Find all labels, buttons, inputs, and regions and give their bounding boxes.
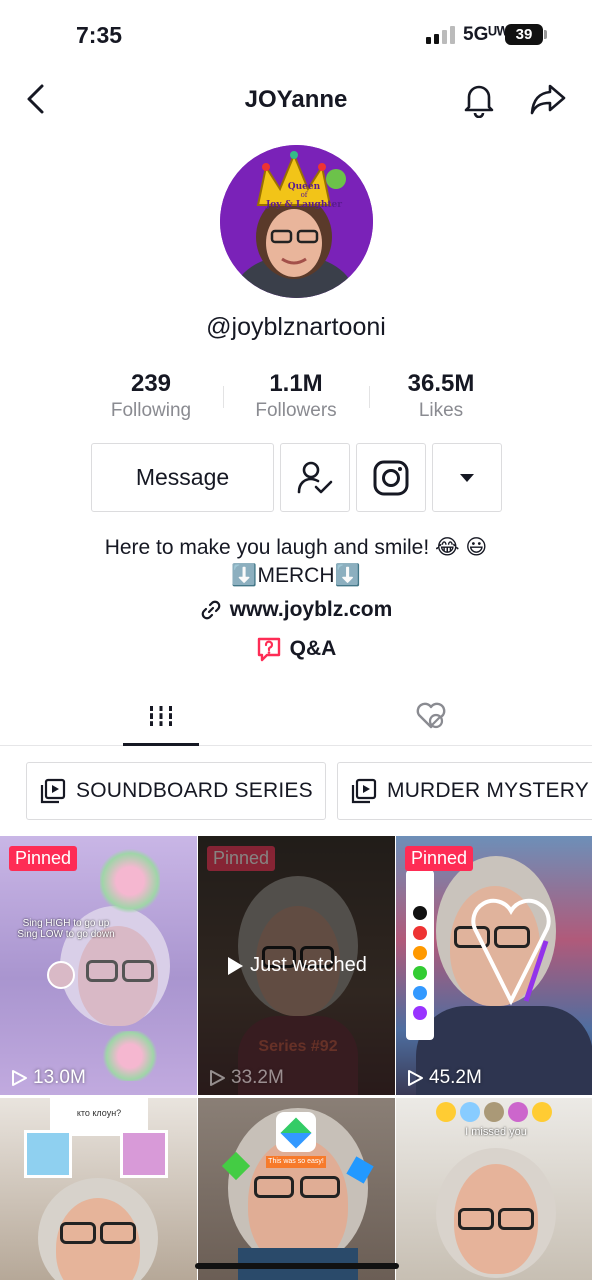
question-bubble-icon — [257, 637, 280, 662]
view-count-value: 33.2M — [231, 1067, 284, 1088]
more-options-button[interactable] — [432, 443, 502, 512]
battery-icon: 39 — [505, 24, 543, 45]
home-indicator — [195, 1263, 399, 1269]
status-bar: 7:35 5Gᵁᵂ 39 — [0, 0, 592, 68]
liked-hidden-icon — [416, 702, 446, 729]
bell-icon[interactable] — [460, 80, 498, 118]
status-time: 7:35 — [76, 22, 123, 48]
message-label: Message — [135, 464, 230, 490]
playlist-label: SOUNDBOARD SERIES — [76, 779, 313, 802]
caret-down-icon — [460, 473, 474, 482]
video-thumbnail[interactable]: кто клоун? — [0, 1098, 197, 1280]
playlist-icon — [351, 778, 377, 804]
play-outline-icon — [408, 1070, 423, 1086]
profile-avatar[interactable]: Queen of Joy & Laughter — [220, 145, 373, 298]
friend-status-button[interactable] — [280, 443, 350, 512]
share-arrow-icon[interactable] — [528, 80, 568, 118]
emoji-row — [436, 1102, 556, 1126]
instagram-button[interactable] — [356, 443, 426, 512]
video-grid: Sing HIGH to go up Sing LOW to go down P… — [0, 836, 592, 1280]
video-caption: I missed you — [465, 1126, 527, 1138]
pinned-badge: Pinned — [9, 846, 78, 871]
view-count: 13.0M — [10, 1067, 86, 1089]
tab-videos[interactable] — [100, 686, 222, 746]
link-icon — [201, 600, 221, 620]
just-watched-text: Just watched — [250, 954, 367, 976]
view-count: 45.2M — [406, 1067, 482, 1089]
video-caption: Sing HIGH to go up Sing LOW to go down — [17, 918, 115, 940]
active-tab-indicator — [123, 743, 199, 746]
profile-actions: Message — [0, 443, 592, 513]
qa-link[interactable]: Q&A — [0, 636, 592, 662]
stat-label: Followers — [255, 400, 337, 421]
video-thumbnail[interactable]: Sing HIGH to go up Sing LOW to go down P… — [0, 836, 197, 1095]
crown-text-3: Joy & Laughter — [265, 200, 342, 210]
profile-handle: @joyblznartooni — [206, 313, 386, 341]
playlist-row: SOUNDBOARD SERIES MURDER MYSTERY — [0, 762, 592, 822]
playlist-icon — [40, 778, 66, 804]
stat-value: 1.1M — [269, 370, 323, 397]
view-count: 33.2M — [208, 1067, 284, 1089]
stat-value: 239 — [130, 370, 172, 397]
playlist-murder-mystery[interactable]: MURDER MYSTERY — [337, 762, 592, 820]
view-count-value: 13.0M — [33, 1067, 86, 1088]
stat-followers[interactable]: 1.1M Followers — [221, 370, 371, 422]
view-count-value: 45.2M — [429, 1067, 482, 1088]
videos-grid-icon — [148, 706, 174, 726]
person-check-icon — [297, 461, 333, 493]
video-thumbnail[interactable]: I missed you — [396, 1098, 592, 1280]
video-thumbnail[interactable]: Series #92 Pinned Just watched 33.2M — [198, 836, 395, 1095]
just-watched-label: Just watched — [198, 954, 395, 977]
bio-link-text: www.joyblz.com — [229, 598, 393, 621]
playlist-soundboard-series[interactable]: SOUNDBOARD SERIES — [26, 762, 326, 820]
video-thumbnail[interactable]: This was so easy! — [198, 1098, 395, 1280]
video-caption: This was so easy! — [266, 1156, 326, 1168]
bio-line-2: ⬇️MERCH⬇️ — [231, 564, 361, 587]
bio-line-1: Here to make you laugh and smile! 😂 😃 — [104, 536, 488, 559]
profile-header: JOYanne — [0, 68, 592, 130]
signal-icon — [426, 26, 455, 44]
video-caption: кто клоун? — [76, 1108, 122, 1118]
message-button[interactable]: Message — [91, 443, 274, 512]
instagram-icon — [373, 460, 409, 495]
pinned-badge: Pinned — [207, 846, 276, 871]
play-icon — [228, 956, 244, 975]
network-label: 5Gᵁᵂ — [463, 24, 509, 45]
qa-label: Q&A — [289, 637, 337, 660]
page-title: JOYanne — [244, 86, 348, 113]
play-outline-icon — [210, 1070, 225, 1086]
profile-tabs — [0, 686, 592, 746]
profile-stats: 239 Following 1.1M Followers 36.5M Likes — [0, 370, 592, 430]
stat-label: Likes — [418, 400, 464, 421]
play-outline-icon — [12, 1070, 27, 1086]
playlist-label: MURDER MYSTERY — [387, 779, 589, 802]
stat-following[interactable]: 239 Following — [76, 370, 226, 422]
pinned-badge: Pinned — [405, 846, 474, 871]
battery-level: 39 — [515, 26, 533, 43]
video-overlay-text: Series #92 — [258, 1038, 338, 1055]
tab-liked[interactable] — [370, 686, 492, 746]
stat-label: Following — [110, 400, 192, 421]
profile-bio: Here to make you laugh and smile! 😂 😃 ⬇️… — [0, 534, 592, 590]
video-thumbnail[interactable]: Pinned 45.2M — [396, 836, 592, 1095]
stat-likes[interactable]: 36.5M Likes — [366, 370, 516, 422]
bio-link[interactable]: www.joyblz.com — [0, 598, 592, 622]
stat-value: 36.5M — [407, 370, 475, 397]
